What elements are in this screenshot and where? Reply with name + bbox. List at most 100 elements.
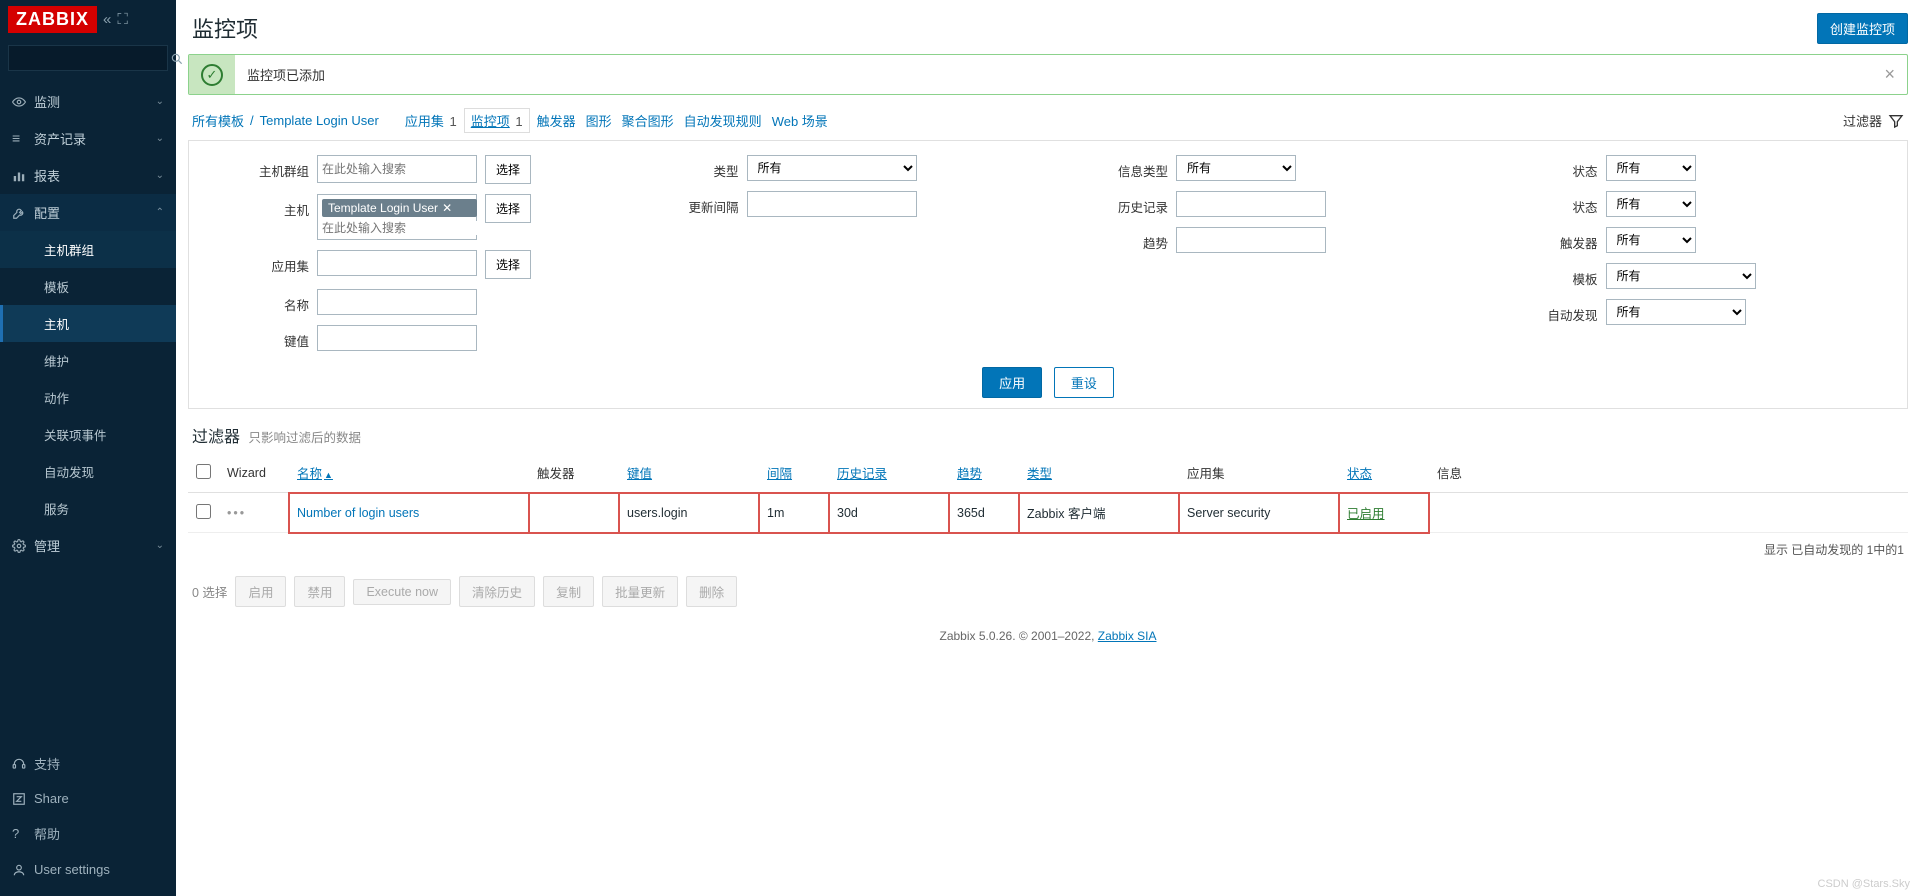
col-wizard: Wizard [219, 453, 289, 493]
sidebar-search[interactable] [8, 45, 168, 71]
discovery-select[interactable]: 所有 [1606, 299, 1746, 325]
bulk-enable-button[interactable]: 启用 [235, 576, 286, 607]
nav-main: 监测⌄ ≡资产记录⌄ 报表⌄ 配置⌃ 主机群组 模板 主机 维护 动作 关联项事… [0, 83, 176, 745]
create-item-button[interactable]: 创建监控项 [1817, 13, 1908, 44]
interval-input[interactable] [747, 191, 917, 217]
nav-inventory[interactable]: ≡资产记录⌄ [0, 120, 176, 157]
tab-graphs[interactable]: 图形 [584, 109, 614, 132]
col-status[interactable]: 状态 [1339, 453, 1429, 493]
chevron-down-icon: ⌄ [156, 540, 164, 551]
nav-monitoring[interactable]: 监测⌄ [0, 83, 176, 120]
headset-icon [12, 756, 34, 772]
sub-maintenance[interactable]: 维护 [0, 342, 176, 379]
bulk-delete-button[interactable]: 删除 [686, 576, 737, 607]
item-name-link[interactable]: Number of login users [297, 506, 419, 520]
tab-triggers[interactable]: 触发器 [535, 109, 578, 132]
trends-input[interactable] [1176, 227, 1326, 253]
reset-button[interactable]: 重设 [1054, 367, 1114, 398]
footer-link[interactable]: Zabbix SIA [1098, 629, 1157, 643]
sub-correlation[interactable]: 关联项事件 [0, 416, 176, 453]
cell-appset: Server security [1179, 493, 1339, 533]
col-appset: 应用集 [1179, 453, 1339, 493]
sub-actions[interactable]: 动作 [0, 379, 176, 416]
hostgroup-input[interactable] [322, 162, 472, 176]
expand-icon[interactable]: ⛶ [117, 11, 128, 28]
filter-toggle-label: 过滤器 [1843, 111, 1882, 130]
template-select[interactable]: 所有 [1606, 263, 1756, 289]
bulk-massupdate-button[interactable]: 批量更新 [602, 576, 678, 607]
name-input[interactable] [317, 289, 477, 315]
col-history[interactable]: 历史记录 [829, 453, 949, 493]
nav-label: 资产记录 [34, 129, 86, 148]
hostgroup-select-button[interactable]: 选择 [485, 155, 531, 184]
breadcrumb-root[interactable]: 所有模板 [192, 111, 244, 130]
link-share[interactable]: Share [0, 782, 176, 816]
apply-button[interactable]: 应用 [982, 367, 1042, 398]
chevron-down-icon: ⌄ [156, 133, 164, 144]
nav-label: 报表 [34, 166, 60, 185]
sub-templates[interactable]: 模板 [0, 268, 176, 305]
status-select[interactable]: 所有 [1606, 191, 1696, 217]
key-input[interactable] [317, 325, 477, 351]
select-all-checkbox[interactable] [196, 464, 211, 479]
row-checkbox[interactable] [196, 504, 211, 519]
col-interval[interactable]: 间隔 [759, 453, 829, 493]
label-state: 状态 [1488, 155, 1598, 180]
history-input[interactable] [1176, 191, 1326, 217]
tab-discovery-rules[interactable]: 自动发现规则 [682, 109, 764, 132]
col-key[interactable]: 键值 [619, 453, 759, 493]
watermark: CSDN @Stars.Sky [1818, 878, 1910, 890]
host-tag[interactable]: Template Login User✕ [322, 199, 477, 217]
alert-message: 监控项已添加 [235, 55, 1872, 94]
status-link[interactable]: 已启用 [1347, 507, 1385, 521]
infotype-select[interactable]: 所有 [1176, 155, 1296, 181]
tab-applications[interactable]: 应用集 1 [403, 109, 459, 132]
col-name[interactable]: 名称▲ [289, 453, 529, 493]
label-key: 键值 [199, 325, 309, 350]
label-name: 名称 [199, 289, 309, 314]
brand-logo[interactable]: ZABBIX [8, 6, 97, 33]
host-select-button[interactable]: 选择 [485, 194, 531, 223]
nav-reports[interactable]: 报表⌄ [0, 157, 176, 194]
sub-hosts[interactable]: 主机 [0, 305, 176, 342]
tab-web-scenarios[interactable]: Web 场景 [770, 109, 830, 132]
trigger-select[interactable]: 所有 [1606, 227, 1696, 253]
link-help[interactable]: ?帮助 [0, 815, 176, 852]
tab-screens[interactable]: 聚合图形 [620, 109, 676, 132]
bulk-execute-button[interactable]: Execute now [353, 579, 451, 605]
col-type[interactable]: 类型 [1019, 453, 1179, 493]
sidebar-search-input[interactable] [15, 51, 170, 65]
nav-administration[interactable]: 管理⌄ [0, 527, 176, 564]
filter-toggle[interactable]: 过滤器 [1843, 111, 1904, 130]
col-trends[interactable]: 趋势 [949, 453, 1019, 493]
hostgroup-input-wrap[interactable] [317, 155, 477, 183]
bulk-disable-button[interactable]: 禁用 [294, 576, 345, 607]
wrench-icon [12, 204, 34, 220]
sub-services[interactable]: 服务 [0, 490, 176, 527]
alert-close-button[interactable]: × [1872, 64, 1907, 85]
appset-input[interactable] [317, 250, 477, 276]
nav-config-sub: 主机群组 模板 主机 维护 动作 关联项事件 自动发现 服务 [0, 231, 176, 527]
sub-hostgroups[interactable]: 主机群组 [0, 231, 176, 268]
state-select[interactable]: 所有 [1606, 155, 1696, 181]
question-icon: ? [12, 826, 34, 841]
table-row: ••• Number of login users users.login 1m… [188, 493, 1908, 533]
nav-configuration[interactable]: 配置⌃ [0, 194, 176, 231]
type-select[interactable]: 所有 [747, 155, 917, 181]
logo-row: ZABBIX « ⛶ [0, 0, 176, 39]
gear-icon [12, 537, 34, 553]
link-user-settings[interactable]: User settings [0, 852, 176, 886]
breadcrumb-template[interactable]: Template Login User [260, 113, 379, 128]
collapse-icon[interactable]: « [103, 11, 111, 28]
appset-select-button[interactable]: 选择 [485, 250, 531, 279]
bulk-copy-button[interactable]: 复制 [543, 576, 594, 607]
tab-items[interactable]: 监控项 1 [465, 109, 529, 132]
filter-actions: 应用 重设 [199, 367, 1897, 398]
link-support[interactable]: 支持 [0, 745, 176, 782]
host-input-wrap[interactable]: Template Login User✕ [317, 194, 477, 240]
host-input[interactable] [322, 221, 477, 235]
wizard-menu-icon[interactable]: ••• [227, 506, 246, 520]
bulk-clear-history-button[interactable]: 清除历史 [459, 576, 535, 607]
tag-remove-icon[interactable]: ✕ [442, 201, 452, 215]
sub-discovery[interactable]: 自动发现 [0, 453, 176, 490]
